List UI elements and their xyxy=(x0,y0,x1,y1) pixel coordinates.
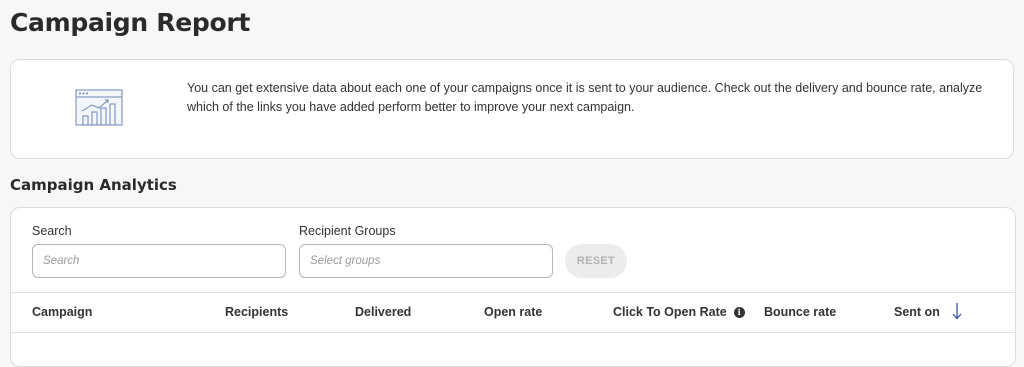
section-title: Campaign Analytics xyxy=(10,176,177,194)
info-icon[interactable]: i xyxy=(733,306,745,318)
column-header-sent-on[interactable]: Sent on xyxy=(894,305,940,319)
info-card: You can get extensive data about each on… xyxy=(10,59,1014,159)
search-label: Search xyxy=(32,224,72,238)
column-header-click-to-open-rate[interactable]: Click To Open Rate i xyxy=(613,305,745,319)
column-header-campaign[interactable]: Campaign xyxy=(32,305,92,319)
column-header-delivered[interactable]: Delivered xyxy=(355,305,411,319)
column-header-recipients[interactable]: Recipients xyxy=(225,305,288,319)
arrow-down-icon[interactable] xyxy=(951,301,963,321)
search-input[interactable] xyxy=(32,244,286,278)
table-divider xyxy=(11,292,1015,293)
column-header-bounce-rate[interactable]: Bounce rate xyxy=(764,305,836,319)
page-title: Campaign Report xyxy=(10,8,251,37)
info-description: You can get extensive data about each on… xyxy=(187,81,983,114)
recipient-groups-select[interactable]: Select groups xyxy=(299,244,553,278)
table-divider xyxy=(11,332,1015,333)
analytics-card: Search Recipient Groups Select groups RE… xyxy=(10,207,1016,367)
column-header-open-rate[interactable]: Open rate xyxy=(484,305,542,319)
analytics-chart-icon xyxy=(75,89,123,126)
recipient-groups-label: Recipient Groups xyxy=(299,224,396,238)
reset-button[interactable]: RESET xyxy=(565,244,627,278)
